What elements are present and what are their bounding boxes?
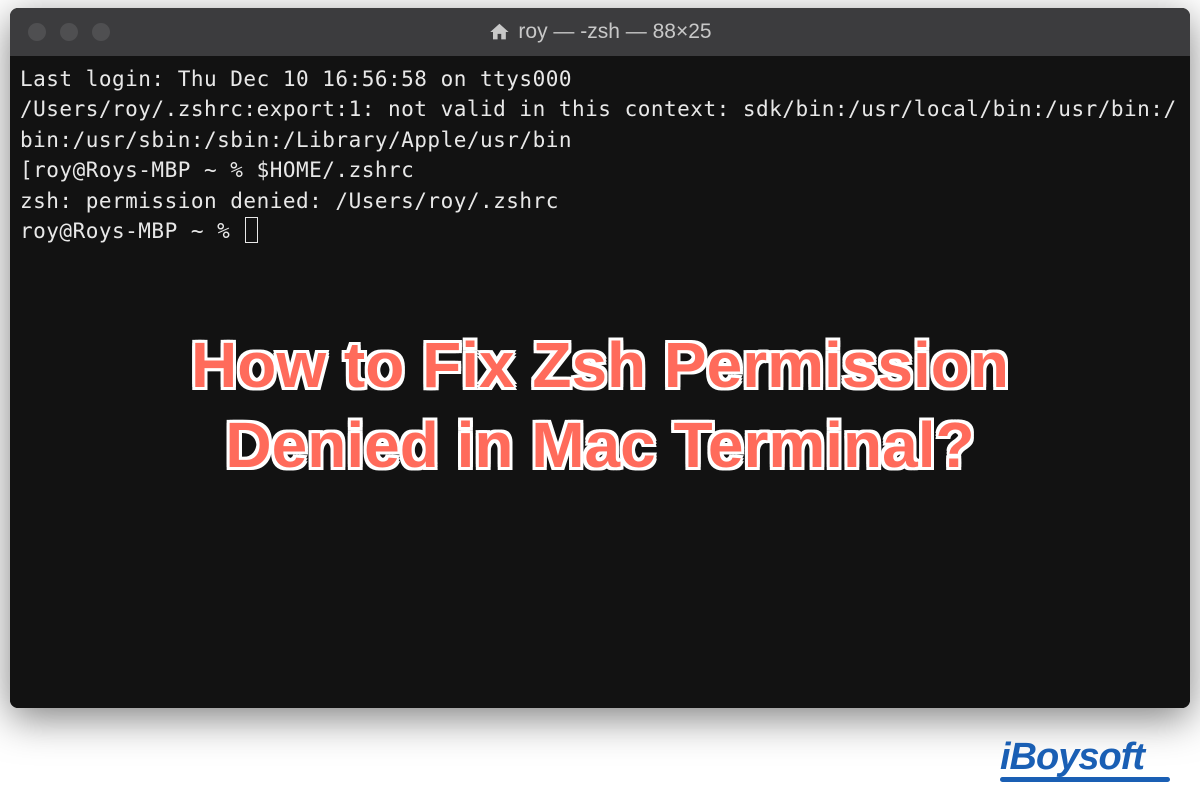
terminal-line-command: [roy@Roys-MBP ~ % $HOME/.zshrc xyxy=(20,155,1180,185)
terminal-output-area[interactable]: Last login: Thu Dec 10 16:56:58 on ttys0… xyxy=(10,56,1190,708)
brand-name: iBoysoft xyxy=(1000,736,1144,778)
terminal-line-error-2: bin:/usr/sbin:/sbin:/Library/Apple/usr/b… xyxy=(20,125,1180,155)
window-title-container: roy — -zsh — 88×25 xyxy=(488,20,711,44)
terminal-line-prompt-current: roy@Roys-MBP ~ % xyxy=(20,216,1180,246)
command-text: $HOME/.zshrc xyxy=(257,158,415,182)
minimize-button[interactable] xyxy=(60,23,78,41)
terminal-line-permission-denied: zsh: permission denied: /Users/roy/.zshr… xyxy=(20,186,1180,216)
terminal-window: roy — -zsh — 88×25 Last login: Thu Dec 1… xyxy=(10,8,1190,708)
home-folder-icon xyxy=(488,21,510,43)
close-button[interactable] xyxy=(28,23,46,41)
prompt-1: [roy@Roys-MBP ~ % xyxy=(20,158,257,182)
title-bar[interactable]: roy — -zsh — 88×25 xyxy=(10,8,1190,56)
terminal-cursor xyxy=(245,217,258,243)
prompt-2: roy@Roys-MBP ~ % xyxy=(20,219,243,243)
terminal-line-error-1: /Users/roy/.zshrc:export:1: not valid in… xyxy=(20,94,1180,124)
window-title: roy — -zsh — 88×25 xyxy=(518,20,711,44)
terminal-line-last-login: Last login: Thu Dec 10 16:56:58 on ttys0… xyxy=(20,64,1180,94)
brand-logo: iBoysoft xyxy=(1000,736,1170,782)
maximize-button[interactable] xyxy=(92,23,110,41)
window-controls xyxy=(10,23,110,41)
